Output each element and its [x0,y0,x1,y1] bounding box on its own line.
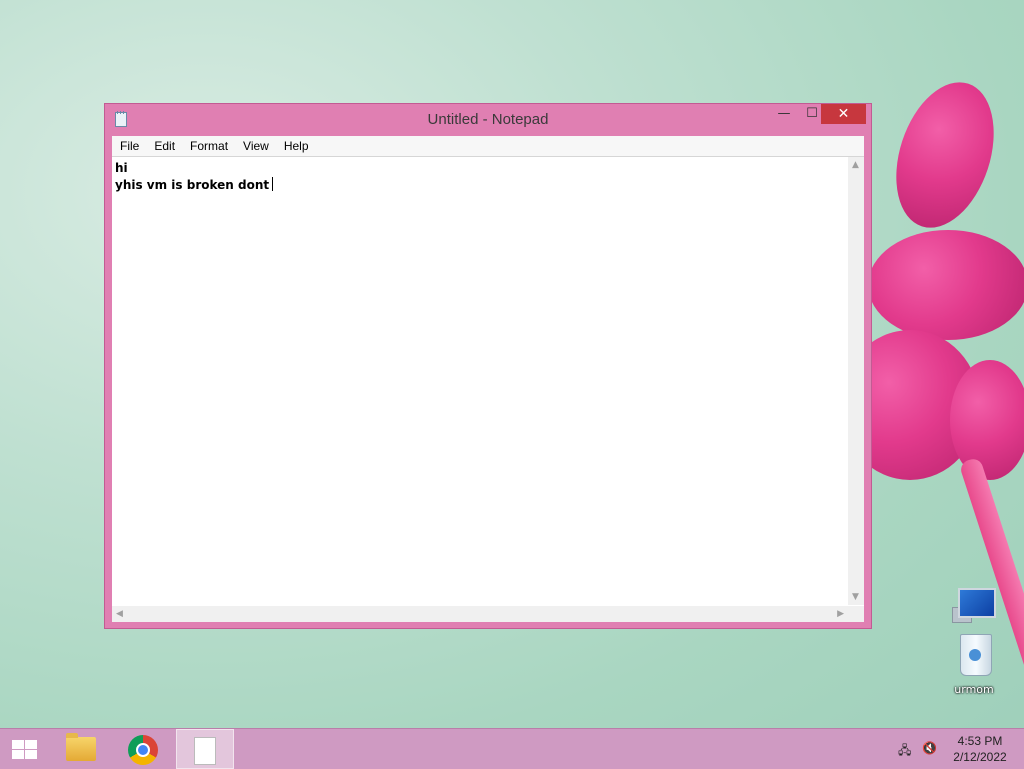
menu-help[interactable]: Help [277,139,316,153]
windows-logo-icon [12,740,38,760]
chrome-icon [128,735,158,765]
folder-icon [66,733,96,761]
clock-date: 2/12/2022 [953,750,1007,764]
menu-view[interactable]: View [236,139,276,153]
scroll-right-icon[interactable]: ▶ [837,609,844,619]
monitor-icon [958,588,996,618]
menu-edit[interactable]: Edit [147,139,182,153]
window-title: Untitled - Notepad [427,111,549,128]
editor-content[interactable]: hi yhis vm is broken dont [115,161,269,192]
menu-format[interactable]: Format [183,139,235,153]
file-explorer-button[interactable] [52,729,110,769]
volume-muted-icon[interactable]: 🔇 [922,741,937,755]
start-button[interactable] [0,729,48,769]
scroll-up-icon[interactable]: ▲ [852,160,859,170]
taskbar: 🖧 🔇 4:53 PM 2/12/2022 [0,728,1024,769]
notepad-window[interactable]: Untitled - Notepad — ☐ ✕ File Edit Forma… [104,103,872,629]
recycle-bin-label: urmom [954,683,994,696]
close-button[interactable]: ✕ [821,104,866,124]
vertical-scrollbar[interactable]: ▲ ▼ [848,157,864,605]
document-icon [194,737,216,765]
editor-text[interactable]: hi yhis vm is broken dont [115,160,274,194]
clock-time: 4:53 PM [957,734,1003,748]
scroll-down-icon[interactable]: ▼ [852,592,859,602]
scrollbar-corner [848,606,864,622]
this-pc-icon[interactable] [944,585,1004,627]
title-bar[interactable]: Untitled - Notepad — ☐ ✕ [105,104,871,136]
text-caret [272,177,274,191]
notepad-taskbar-button[interactable] [176,729,234,769]
recycle-bin-icon[interactable]: urmom [944,630,1004,700]
recycle-bin-graphic [960,634,992,676]
text-editor[interactable]: hi yhis vm is broken dont ▲ ▼ ◀ ▶ [112,157,864,622]
network-icon[interactable]: 🖧 [898,741,912,757]
minimize-button[interactable]: — [771,104,797,124]
horizontal-scrollbar[interactable]: ◀ ▶ [112,606,848,622]
menu-bar: File Edit Format View Help [112,136,864,157]
chrome-button[interactable] [114,729,172,769]
menu-file[interactable]: File [113,139,146,153]
scroll-left-icon[interactable]: ◀ [116,609,123,619]
system-clock[interactable]: 4:53 PM 2/12/2022 [948,733,1012,765]
